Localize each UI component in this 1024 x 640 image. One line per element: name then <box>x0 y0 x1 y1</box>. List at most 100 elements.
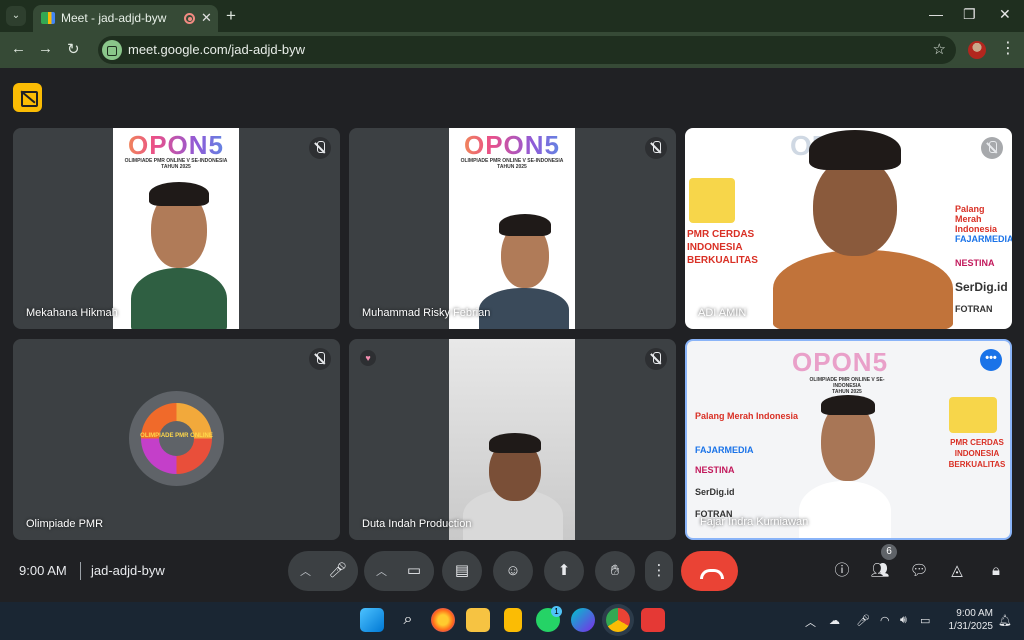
mic-muted-icon <box>645 348 667 370</box>
audio-options-chevron-icon[interactable]: ︿ <box>300 563 311 579</box>
poster-logo: OPON5 <box>792 347 889 377</box>
participant-name: Muhammad Risky Febrian <box>362 307 491 319</box>
restore-icon[interactable]: ❐ <box>963 6 976 23</box>
microphone-button[interactable]: 🎤︎ <box>318 551 358 591</box>
site-info-icon[interactable] <box>102 40 122 60</box>
camera-feed <box>449 339 575 540</box>
notification-bell-icon[interactable]: 🔔︎ <box>998 614 1012 627</box>
banner-text: PMR CERDAS INDONESIA BERKUALITAS <box>687 229 758 266</box>
firefox-icon[interactable] <box>431 608 455 632</box>
participant-hair <box>821 395 875 415</box>
participant-name: Fajar Indra Kurniawan <box>700 516 809 528</box>
more-options-icon[interactable]: ••• <box>980 349 1002 371</box>
banner-text: PMR CERDAS INDONESIA BERKUALITAS <box>948 438 1006 469</box>
address-bar[interactable]: meet.google.com/jad-adjd-byw ☆ <box>98 36 956 64</box>
participant-tile[interactable]: OPON5 OLIMPIADE PMR ONLINE V SE-INDONESI… <box>13 128 340 329</box>
meeting-code: jad-adjd-byw <box>91 563 165 578</box>
sponsor-logo: FOTRAN <box>955 304 993 314</box>
wifi-icon[interactable]: ◠ <box>880 614 890 627</box>
video-options-chevron-icon[interactable]: ︿ <box>376 563 387 579</box>
kids-illustration <box>689 178 735 223</box>
tab-strip: ⌄ Meet - jad-adjd-byw ✕ + — ❐ ✕ <box>0 0 1024 32</box>
sponsor-logo: NESTINA <box>695 465 735 475</box>
microphone-icon: 🎤︎ <box>328 562 348 579</box>
tray-chevron-icon[interactable]: ︿ <box>805 614 816 630</box>
tab-meet[interactable]: Meet - jad-adjd-byw ✕ <box>33 5 218 32</box>
participant-hair <box>149 182 209 206</box>
search-icon[interactable]: ⌕ <box>396 608 420 632</box>
present-button[interactable]: ⬆ <box>544 551 584 591</box>
volume-icon[interactable]: 🔊︎ <box>900 614 907 627</box>
participant-body <box>131 268 227 329</box>
start-icon[interactable] <box>360 608 384 632</box>
poster-logo: OPON5 <box>449 130 575 161</box>
sponsor-logo: SerDig.id <box>955 280 1008 294</box>
weather-icon[interactable]: ☁ <box>829 614 840 627</box>
poster-subtitle: OLIMPIADE PMR ONLINE V SE-INDONESIA TAHUN… <box>124 158 228 170</box>
minimize-icon[interactable]: — <box>929 6 943 22</box>
tab-search-chevron-icon[interactable]: ⌄ <box>6 6 26 26</box>
sponsor-logo: NESTINA <box>955 258 995 268</box>
file-explorer-icon[interactable] <box>466 608 490 632</box>
participant-name: Olimpiade PMR <box>26 518 104 530</box>
taskbar-date: 1/31/2025 <box>948 621 994 632</box>
meeting-time: 9:00 AM <box>19 563 67 578</box>
reload-icon[interactable]: ↻ <box>67 40 80 58</box>
browser-menu-icon[interactable]: ⋮ <box>1000 38 1016 58</box>
participant-body <box>773 250 953 329</box>
tab-close-icon[interactable]: ✕ <box>201 10 212 26</box>
taskbar-clock[interactable]: 9:00 AM 1/31/2025 <box>947 607 994 633</box>
raise-hand-button[interactable]: ✋︎ <box>595 551 635 591</box>
captions-button[interactable]: ▤ <box>442 551 482 591</box>
more-options-button[interactable]: ⋮ <box>645 551 673 591</box>
participant-tile[interactable]: OLIMPIADE PMR ONLINE Olimpiade PMR <box>13 339 340 540</box>
heart-reaction-icon: ♥ <box>360 350 376 366</box>
leave-call-button[interactable] <box>681 551 738 591</box>
participant-tile[interactable]: ♥ Duta Indah Production <box>349 339 676 540</box>
bookmark-star-icon[interactable]: ☆ <box>933 40 946 58</box>
people-icon[interactable]: 👥︎ <box>869 560 891 582</box>
video-off-badge-icon[interactable] <box>13 83 42 112</box>
chat-icon[interactable]: 💬︎ <box>908 560 930 582</box>
taskbar-time: 9:00 AM <box>956 608 993 619</box>
camera-icon: ▭ <box>406 562 422 579</box>
window-close-icon[interactable]: ✕ <box>999 6 1011 23</box>
logo-text: OLIMPIADE PMR ONLINE <box>140 433 213 439</box>
participant-body <box>799 481 891 538</box>
chrome-icon[interactable] <box>606 608 630 632</box>
forward-icon[interactable]: → <box>38 40 53 57</box>
url-text: meet.google.com/jad-adjd-byw <box>128 42 306 57</box>
canva-icon[interactable] <box>571 608 595 632</box>
browser-toolbar: ← → ↻ meet.google.com/jad-adjd-byw ☆ <box>0 32 1024 68</box>
meeting-info-icon[interactable]: ⓘ <box>831 560 853 582</box>
participant-hair <box>489 433 541 453</box>
battery-icon[interactable]: ▭ <box>920 614 930 627</box>
participant-hair <box>499 214 551 236</box>
emoji-icon: ☺ <box>505 562 521 579</box>
camera-button[interactable]: ▭ <box>394 551 434 591</box>
participant-face <box>813 156 897 256</box>
back-icon[interactable]: ← <box>11 40 26 57</box>
tray-mic-icon[interactable]: 🎤︎ <box>856 614 870 627</box>
participant-tile[interactable]: OPON5 OLIMPIADE PMR ONLINE V SE-INDONESI… <box>349 128 676 329</box>
sponsor-logo: FAJARMEDIA <box>955 234 1012 244</box>
tab-title: Meet - jad-adjd-byw <box>61 11 167 25</box>
more-vert-icon: ⋮ <box>651 562 667 579</box>
recording-icon <box>184 13 195 24</box>
profile-avatar[interactable] <box>968 41 986 59</box>
background-poster: OPON5 OLIMPIADE PMR ONLINE V SE-INDONESI… <box>449 128 575 329</box>
sponsor-logo: Palang Merah Indonesia <box>955 204 998 234</box>
mic-muted-icon <box>645 137 667 159</box>
wps-icon[interactable] <box>641 608 665 632</box>
participant-name: Duta Indah Production <box>362 518 472 530</box>
divider <box>80 562 81 580</box>
host-controls-icon[interactable]: 🔒︎ <box>985 560 1007 582</box>
poster-subtitle: OLIMPIADE PMR ONLINE V SE-INDONESIA TAHUN… <box>460 158 564 170</box>
reactions-button[interactable]: ☺ <box>493 551 533 591</box>
poster-subtitle: OLIMPIADE PMR ONLINE V SE-INDONESIA TAHUN… <box>809 377 885 395</box>
activities-icon[interactable]: ◬ <box>946 560 968 582</box>
participant-tile-self[interactable]: OPON5 OLIMPIADE PMR ONLINE V SE-INDONESI… <box>685 339 1012 540</box>
participant-tile[interactable]: OPON5 PMR CERDASINDONESIABERKUALITAS Pal… <box>685 128 1012 329</box>
google-keep-icon[interactable] <box>504 608 522 632</box>
new-tab-icon[interactable]: + <box>226 6 236 26</box>
